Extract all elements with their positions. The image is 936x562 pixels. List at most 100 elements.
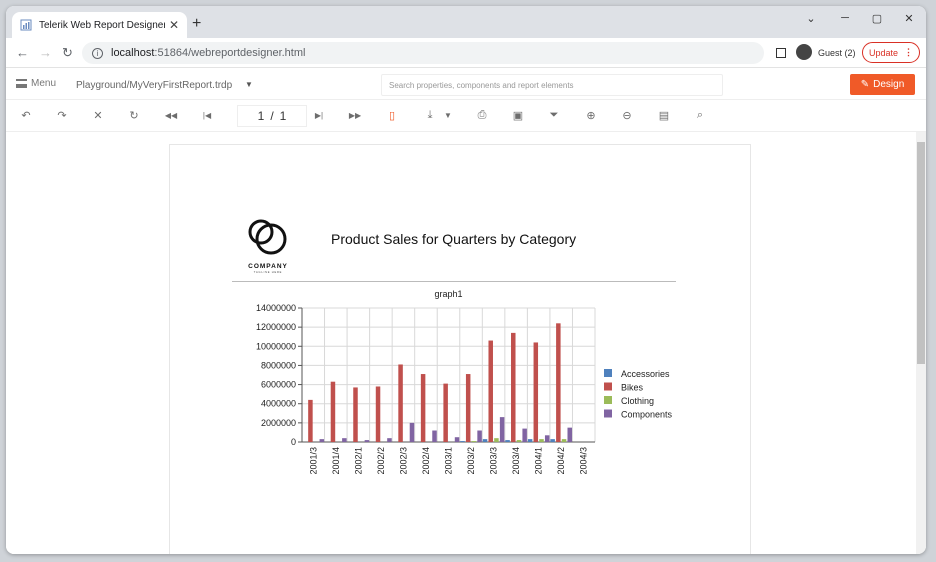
export-dropdown-icon[interactable]: ▼ [440,111,456,120]
x-tick-label: 2004/1 [534,447,544,475]
chevron-down-icon[interactable]: ▼ [245,80,253,89]
bar-components-2003-4 [522,428,527,442]
bar-clothing-2003-2 [471,441,477,442]
legend-label-components: Components [621,410,673,420]
x-tick-label: 2004/2 [556,447,566,475]
design-button[interactable]: ✎ Design [850,74,915,95]
legend-swatch-components [604,409,612,418]
legend-swatch-accessories [604,369,612,377]
bar-bikes-2003-1 [443,383,448,442]
page-number-input[interactable]: 1 / 1 [237,105,307,127]
report-favicon-icon [20,19,32,31]
bar-bikes-2003-4 [511,332,516,442]
designer-header: Menu Playground/MyVeryFirstReport.trdp ▼… [6,68,926,100]
legend-label-accessories: Accessories [621,369,670,379]
bar-bikes-2002-3 [398,364,403,442]
tab-title: Telerik Web Report Designer Dem [39,19,165,31]
menu-label: Menu [31,78,57,89]
x-tick-label: 2003/3 [489,447,499,475]
previous-page-icon[interactable]: |◀ [199,111,215,120]
legend-swatch-clothing [604,396,612,404]
x-tick-label: 2002/1 [353,447,363,475]
toggle-view-icon[interactable]: ▤ [656,109,672,122]
bar-components-2003-3 [499,417,505,442]
bar-bikes-2001-3 [308,399,313,442]
browser-tab[interactable]: Telerik Web Report Designer Dem ✕ [12,12,187,38]
forward-arrow-icon[interactable]: → [39,45,52,60]
last-page-icon[interactable]: ▶▶ [347,111,363,120]
legend-swatch-bikes [604,382,612,391]
bar-bikes-2003-3 [488,340,493,442]
x-tick-label: 2003/4 [511,447,521,475]
address-bar-row: ← → ↻ i localhost:51864/webreportdesigne… [6,38,926,68]
bar-components-2003-1 [454,437,460,442]
bar-components-2002-1 [364,440,370,442]
zoom-in-icon[interactable]: ⊕ [583,109,599,122]
minimize-icon[interactable]: ─ [830,12,860,24]
back-arrow-icon[interactable]: ← [16,45,29,60]
url-path: :51864/webreportdesigner.html [154,47,306,59]
menu-button[interactable]: Menu [16,78,56,89]
reload-icon[interactable]: ↻ [62,45,73,61]
bar-accessories-2003-2 [460,441,465,442]
stop-icon[interactable]: ✕ [90,109,106,122]
print-icon[interactable]: ⎙ [474,109,490,122]
vertical-scrollbar[interactable] [916,132,926,554]
first-page-icon[interactable]: ◀◀ [163,111,179,120]
bar-bikes-2001-4 [330,381,336,442]
bar-clothing-2004-1 [539,439,544,442]
next-page-icon[interactable]: ▶| [311,111,327,120]
close-window-icon[interactable]: ✕ [894,12,924,25]
profile-avatar-icon[interactable] [796,44,812,60]
update-button[interactable]: Update ⋮ [862,42,920,63]
logo-tagline-text: TAGLINE HERE [254,270,282,274]
chart-title: graph1 [434,289,462,299]
bar-components-2002-2 [387,438,392,442]
x-tick-label: 2002/3 [398,447,408,475]
page-current: 1 [257,109,265,123]
x-tick-label: 2003/2 [466,447,476,475]
site-info-icon[interactable]: i [92,47,103,59]
report-path[interactable]: Playground/MyVeryFirstReport.trdp [76,80,232,91]
save-icon[interactable]: ▣ [510,109,526,122]
new-tab-button[interactable]: + [192,15,201,33]
x-tick-label: 2001/4 [331,447,341,475]
x-tick-label: 2002/2 [376,447,386,475]
scrollbar-thumb[interactable] [917,142,925,364]
company-logo: COMPANY TAGLINE HERE [248,219,288,274]
side-panel-icon[interactable] [776,48,786,58]
zoom-out-icon[interactable]: ⊖ [619,109,635,122]
bar-accessories-2003-3 [482,439,488,442]
logo-company-text: COMPANY [248,263,288,270]
legend-label-clothing: Clothing [621,396,654,406]
redo-icon[interactable]: ↷ [54,109,70,122]
bar-components-2001-4 [342,438,347,442]
report-title: Product Sales for Quarters by Category [331,231,577,247]
bar-bikes-2003-2 [465,374,471,442]
refresh-icon[interactable]: ↻ [126,109,142,122]
sales-chart: graph1 0 2000000 4000000 6000000 8000000 10000… [256,289,673,475]
profile-name[interactable]: Guest (2) [818,48,856,58]
y-tick-label: 6000000 [261,380,296,390]
tab-close-icon[interactable]: ✕ [169,18,179,32]
bar-components-2004-1 [544,435,550,442]
url-input[interactable]: i localhost:51864/webreportdesigner.html [82,42,764,64]
bar-components-2001-3 [319,439,325,442]
legend-label-bikes: Bikes [621,383,644,393]
maximize-icon[interactable]: ▢ [862,12,892,25]
x-tick-label: 2004/3 [579,447,589,475]
page-total: 1 [279,109,287,123]
bar-components-2004-2 [567,427,572,442]
design-label: Design [873,79,905,90]
print-preview-icon[interactable]: ▯ [384,109,400,122]
export-icon[interactable]: ⤓ [422,109,438,122]
bar-components-2002-4 [432,430,437,442]
y-tick-label: 8000000 [261,360,296,370]
search-icon[interactable]: ⌕ [692,109,708,122]
viewer-toolbar: ↶ ↷ ✕ ↻ ◀◀ |◀ 1 / 1 ▶| ▶▶ ▯ ⤓ ▼ ⎙ ▣ ⏷ ⊕ … [6,100,926,132]
chevron-down-icon[interactable]: ⌄ [796,12,826,25]
title-divider [232,281,676,282]
undo-icon[interactable]: ↶ [18,109,34,122]
filter-icon[interactable]: ⏷ [546,109,562,122]
search-input[interactable]: Search properties, components and report… [381,74,723,96]
